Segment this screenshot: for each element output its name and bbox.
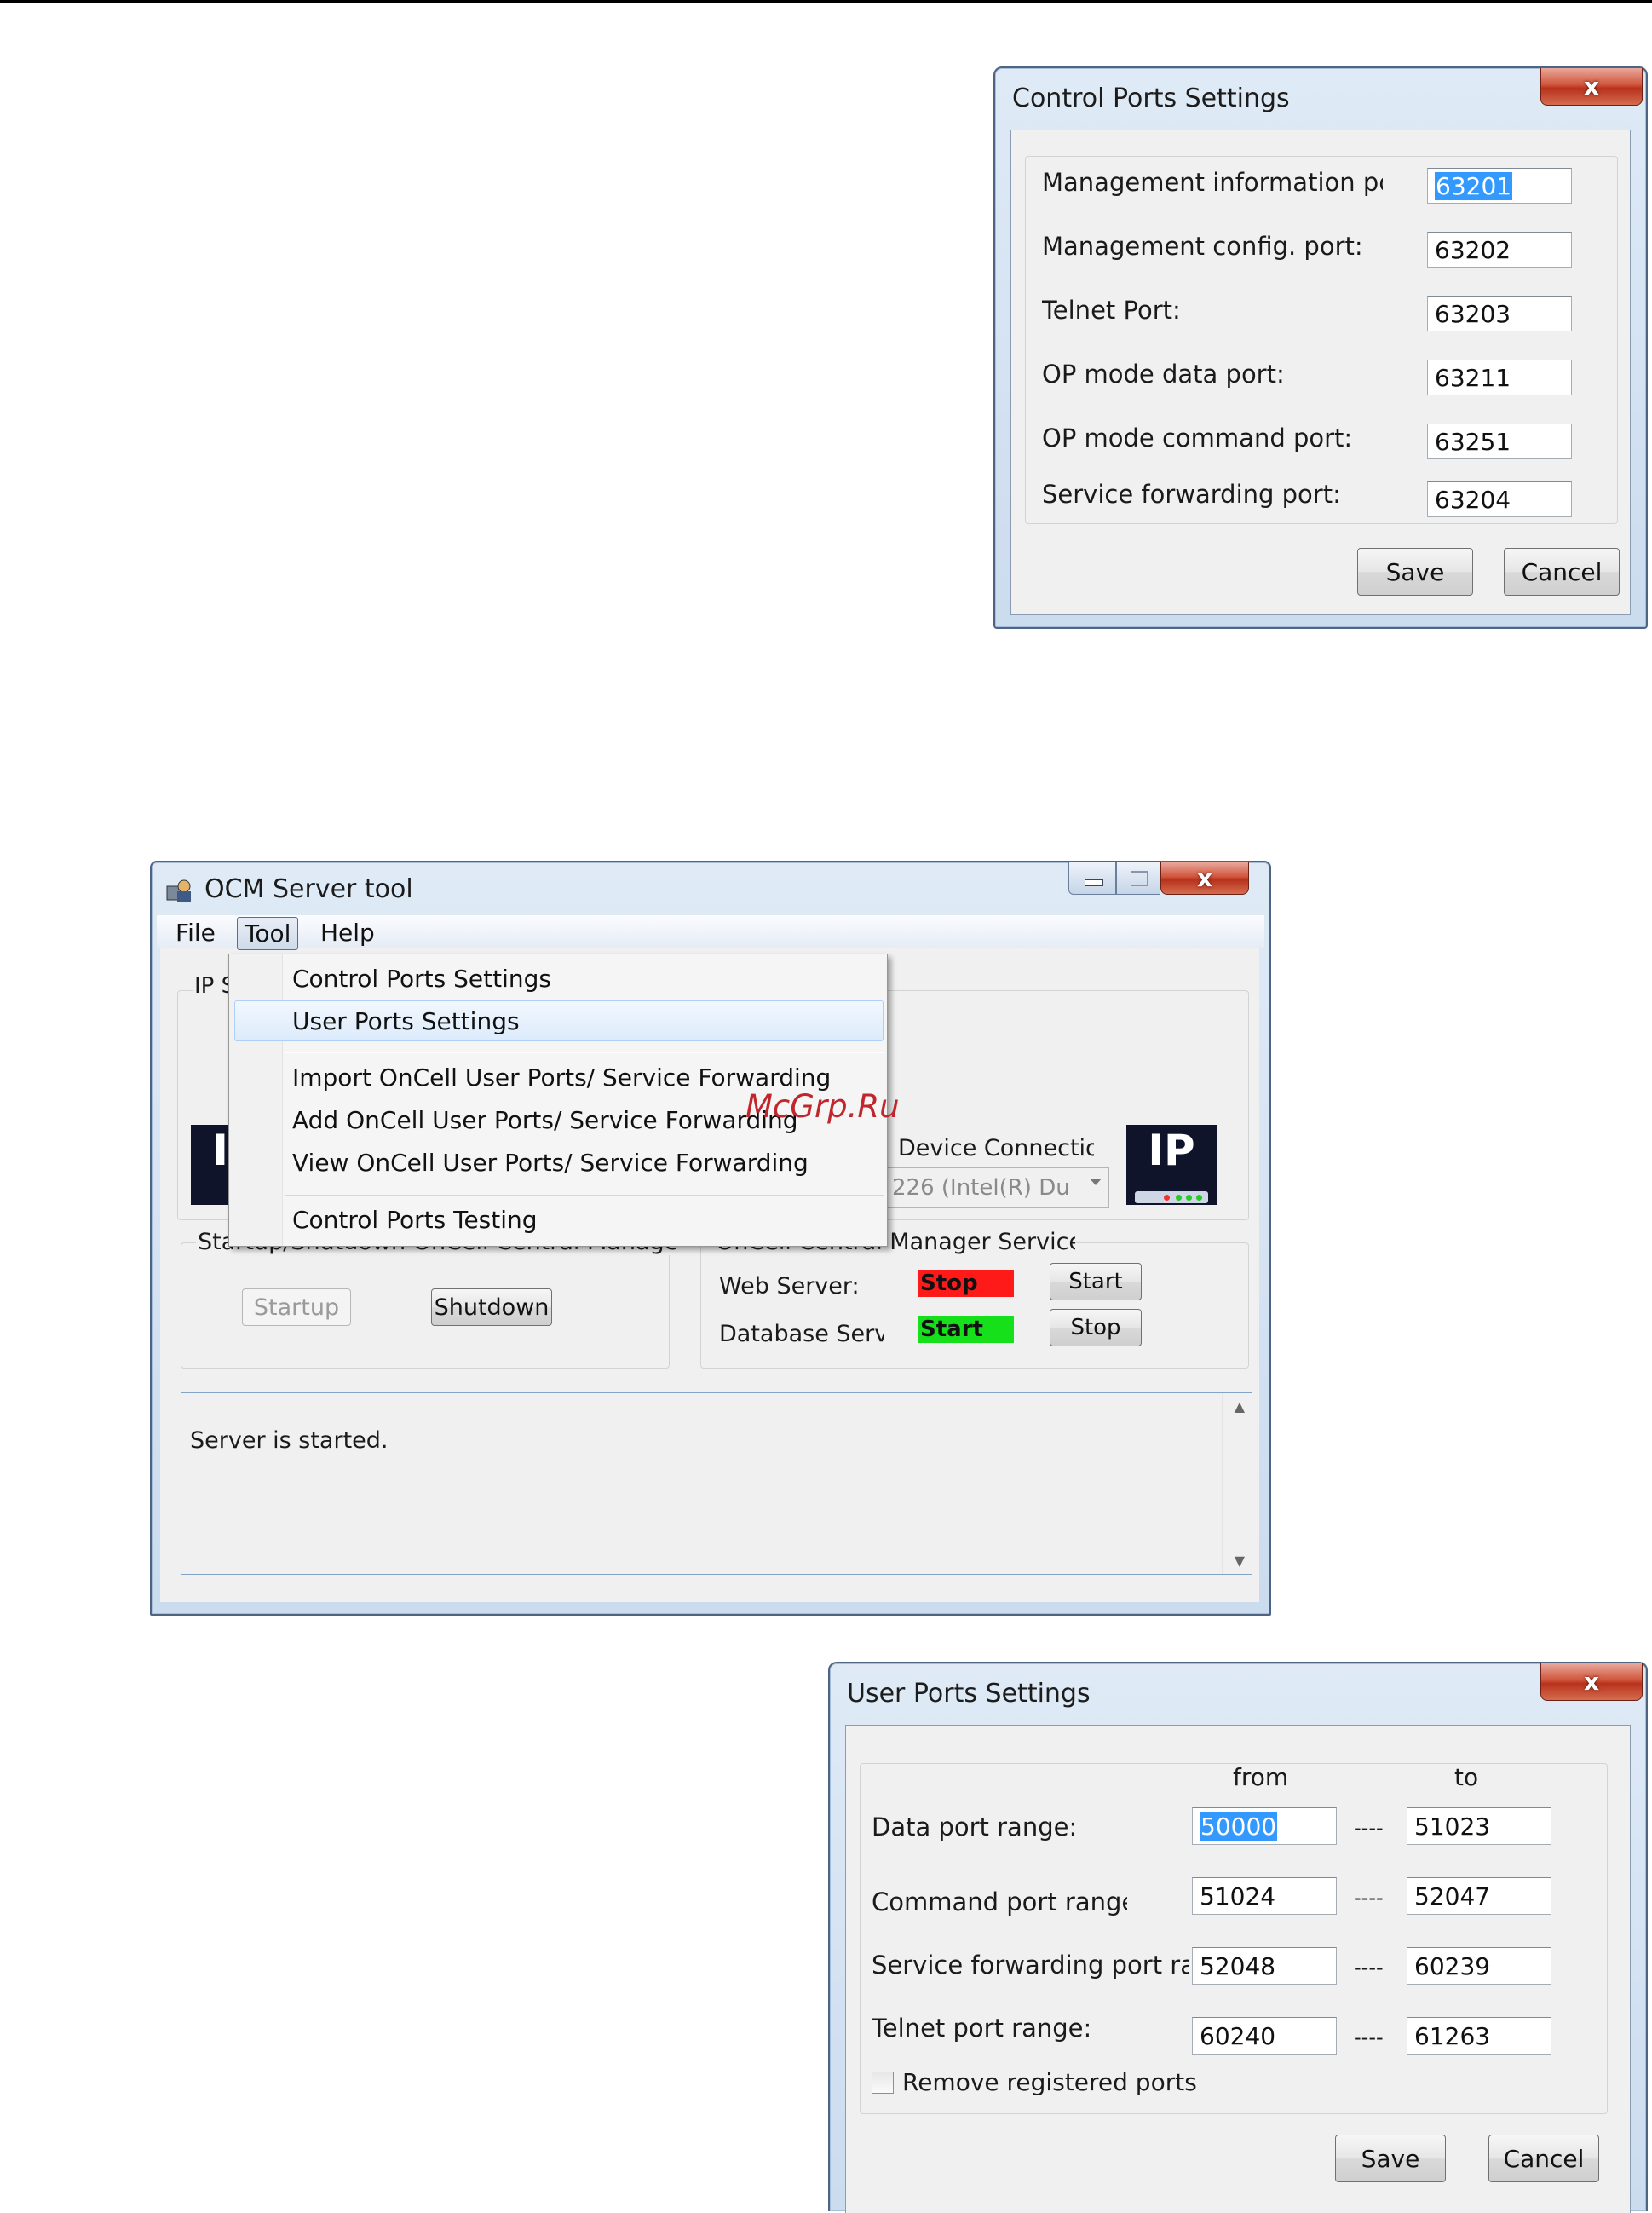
user-ports-dialog: User Ports Settings x from to Data port … (828, 1662, 1648, 2213)
web-server-label: Web Server: (719, 1273, 860, 1300)
row-label: Management information pc (1042, 168, 1383, 197)
window-title: OCM Server tool (204, 874, 413, 904)
row-label: Command port range (872, 1887, 1127, 1916)
menu-item-add-user-ports[interactable]: Add OnCell User Ports/ Service Forwardin… (292, 1106, 798, 1134)
app-icon (165, 878, 194, 903)
op-mode-data-port-input[interactable]: 63211 (1427, 360, 1572, 395)
maximize-button[interactable] (1116, 862, 1160, 895)
menu-gutter (229, 954, 283, 1246)
management-config-port-input[interactable]: 63202 (1427, 232, 1572, 268)
range-separator: ---- (1354, 1816, 1384, 1840)
command-port-to-input[interactable]: 52047 (1407, 1877, 1551, 1915)
menu-bar: File Tool Help (157, 915, 1264, 950)
device-select[interactable]: 226 (Intel(R) Du (883, 1167, 1109, 1208)
menu-item-control-ports-settings[interactable]: Control Ports Settings (292, 965, 551, 993)
management-info-port-input[interactable]: 63201 (1427, 168, 1572, 204)
scroll-down-icon[interactable]: ▼ (1235, 1553, 1245, 1569)
row-label: Data port range: (872, 1812, 1078, 1841)
close-button[interactable]: x (1540, 1663, 1643, 1701)
row-label: Telnet Port: (1042, 296, 1181, 325)
row-label: Telnet port range: (872, 2014, 1092, 2043)
ocm-server-window: OCM Server tool x File Tool Help IP S IP… (150, 861, 1271, 1616)
remove-registered-ports-checkbox[interactable] (872, 2072, 894, 2094)
startup-button[interactable]: Startup (242, 1288, 351, 1326)
service-forwarding-from-input[interactable]: 52048 (1192, 1947, 1337, 1985)
ip-icon-right: IP (1126, 1125, 1217, 1205)
close-icon: x (1196, 864, 1213, 892)
log-textarea[interactable]: Server is started. ▲ ▼ (181, 1392, 1252, 1575)
led-dot (1196, 1195, 1202, 1201)
remove-registered-ports-label[interactable]: Remove registered ports (902, 2068, 1197, 2096)
range-separator: ---- (1354, 2026, 1384, 2049)
ip-icon-text: IP (1148, 1126, 1195, 1175)
dialog-body: from to Data port range: 50000 ---- 5102… (845, 1725, 1631, 2213)
from-header: from (1233, 1763, 1289, 1791)
cancel-button[interactable]: Cancel (1488, 2135, 1599, 2182)
minimize-button[interactable] (1068, 862, 1116, 895)
database-server-stop-button[interactable]: Stop (1050, 1309, 1142, 1346)
close-button[interactable]: x (1540, 68, 1643, 106)
menu-file[interactable]: File (169, 917, 222, 948)
op-mode-command-port-input[interactable]: 63251 (1427, 424, 1572, 459)
log-text: Server is started. (190, 1427, 389, 1454)
save-button[interactable]: Save (1357, 548, 1473, 596)
row-label: OP mode command port: (1042, 424, 1353, 452)
close-button[interactable]: x (1160, 862, 1249, 895)
menu-item-control-ports-testing[interactable]: Control Ports Testing (292, 1206, 538, 1234)
selected-text: 50000 (1200, 1812, 1278, 1841)
row-label: Service forwarding port: (1042, 480, 1341, 509)
data-port-from-input[interactable]: 50000 (1192, 1807, 1337, 1845)
row-label: Service forwarding port ran (872, 1951, 1189, 1980)
watermark: McGrp.Ru (745, 1088, 900, 1125)
to-header: to (1454, 1763, 1479, 1791)
control-ports-dialog: Control Ports Settings x Management info… (993, 66, 1648, 629)
ports-group (1025, 156, 1618, 524)
telnet-port-to-input[interactable]: 61263 (1407, 2017, 1551, 2055)
telnet-port-input[interactable]: 63203 (1427, 296, 1572, 331)
chevron-down-icon (1090, 1179, 1102, 1185)
web-server-status: Stop (918, 1270, 1014, 1297)
data-port-to-input[interactable]: 51023 (1407, 1807, 1551, 1845)
range-separator: ---- (1354, 1886, 1384, 1910)
dialog-title: Control Ports Settings (1012, 84, 1290, 113)
led-dot (1186, 1195, 1192, 1201)
database-server-label: Database Serve (719, 1321, 884, 1347)
log-scrollbar[interactable]: ▲ ▼ (1222, 1393, 1252, 1574)
maximize-icon (1131, 871, 1148, 886)
page-top-rule (0, 0, 1652, 3)
menu-separator (285, 1052, 884, 1053)
selected-text: 63201 (1435, 171, 1513, 200)
save-button[interactable]: Save (1335, 2135, 1446, 2182)
close-icon: x (1583, 1668, 1600, 1696)
command-port-from-input[interactable]: 51024 (1192, 1877, 1337, 1915)
database-server-status: Start (918, 1316, 1014, 1343)
telnet-port-from-input[interactable]: 60240 (1192, 2017, 1337, 2055)
menu-tool[interactable]: Tool (237, 917, 299, 950)
led-dot (1164, 1195, 1170, 1201)
service-group (700, 1242, 1249, 1369)
minimize-icon (1085, 879, 1103, 886)
range-separator: ---- (1354, 1956, 1384, 1980)
dialog-title: User Ports Settings (847, 1679, 1091, 1709)
service-forwarding-port-input[interactable]: 63204 (1427, 481, 1572, 517)
device-select-value: 226 (Intel(R) Du (892, 1175, 1070, 1201)
scroll-up-icon[interactable]: ▲ (1235, 1398, 1245, 1415)
menu-item-view-user-ports[interactable]: View OnCell User Ports/ Service Forwardi… (292, 1149, 809, 1177)
row-label: OP mode data port: (1042, 360, 1285, 389)
shutdown-button[interactable]: Shutdown (431, 1288, 552, 1326)
row-label: Management config. port: (1042, 232, 1363, 261)
dialog-body: Management information pc 63201 Manageme… (1010, 130, 1631, 615)
service-forwarding-to-input[interactable]: 60239 (1407, 1947, 1551, 1985)
web-server-start-button[interactable]: Start (1050, 1263, 1142, 1300)
menu-help[interactable]: Help (314, 917, 382, 948)
device-connection-label: Device Connectio (898, 1135, 1094, 1161)
led-dot (1176, 1195, 1182, 1201)
cancel-button[interactable]: Cancel (1504, 548, 1620, 596)
menu-item-user-ports-settings[interactable]: User Ports Settings (292, 1007, 520, 1035)
menu-separator (285, 1195, 884, 1196)
close-icon: x (1583, 72, 1600, 101)
